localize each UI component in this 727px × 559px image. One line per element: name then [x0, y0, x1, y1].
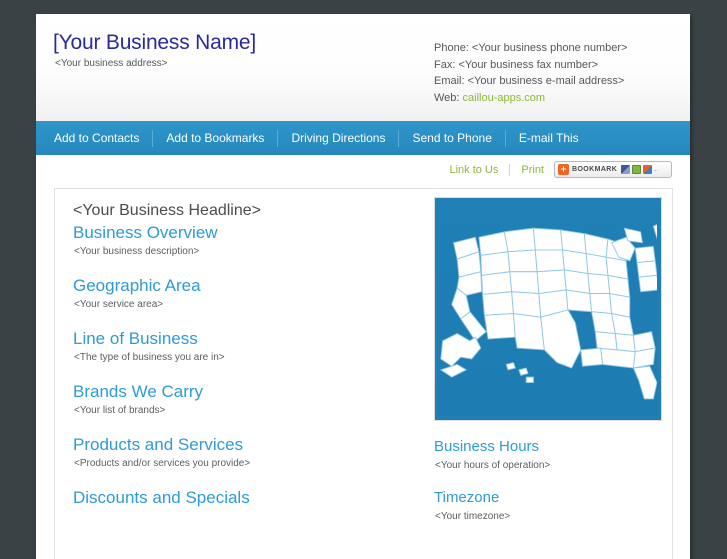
contact-fax: Fax: <Your business fax number>	[434, 58, 599, 71]
contact-phone: Phone: <Your business phone number>	[434, 42, 628, 54]
section-body: <Your service area>	[74, 299, 164, 310]
nav-email-this[interactable]: E-mail This	[506, 130, 592, 147]
bookmark-plus-icon: +	[558, 164, 569, 175]
facebook-icon[interactable]	[621, 165, 631, 174]
business-address: <Your business address>	[55, 58, 168, 69]
section-geographic-area: Geographic Area <Your service area>	[73, 274, 418, 310]
nav-driving-directions[interactable]: Driving Directions	[278, 129, 400, 147]
share-icon[interactable]	[643, 165, 653, 174]
nav-add-to-contacts[interactable]: Add to Contacts	[41, 129, 154, 147]
united-states-map-icon	[439, 202, 657, 416]
section-products-and-services: Products and Services <Products and/or s…	[73, 433, 418, 469]
link-to-us-link[interactable]: Link to Us	[438, 164, 509, 176]
section-timezone: Timezone <Your timezone>	[434, 486, 672, 522]
section-brands-we-carry: Brands We Carry <Your list of brands>	[73, 380, 418, 416]
left-column: <Your Business Headline> Business Overvi…	[55, 189, 418, 559]
right-column: Business Hours <Your hours of operation>…	[418, 189, 672, 559]
section-body: <Your list of brands>	[74, 405, 166, 416]
nav-send-to-phone[interactable]: Send to Phone	[399, 129, 506, 147]
nav-add-to-bookmarks[interactable]: Add to Bookmarks	[153, 129, 279, 147]
bookmark-label: BOOKMARK	[572, 166, 618, 173]
rss-icon[interactable]	[632, 165, 642, 174]
section-body: <Your timezone>	[435, 511, 511, 522]
section-business-hours: Business Hours <Your hours of operation>	[434, 435, 672, 471]
contact-web-link[interactable]: caillou-apps.com	[463, 92, 546, 104]
section-title: Line of Business	[73, 329, 198, 348]
print-link[interactable]: Print	[510, 164, 555, 176]
content-columns: <Your Business Headline> Business Overvi…	[55, 189, 672, 559]
page-container: [Your Business Name] <Your business addr…	[36, 14, 690, 559]
section-line-of-business: Line of Business <The type of business y…	[73, 327, 418, 363]
section-body: <Your business description>	[74, 246, 200, 257]
bookmark-more-icon[interactable]: ...	[653, 167, 658, 173]
section-title: Timezone	[434, 489, 500, 506]
right-sections: Business Hours <Your hours of operation>…	[434, 435, 672, 522]
contact-info: Phone: <Your business phone number> Fax:…	[434, 40, 627, 106]
main-navigation: Add to Contacts Add to Bookmarks Driving…	[36, 121, 690, 155]
utility-row: Link to Us Print + BOOKMARK ...	[36, 155, 690, 188]
content-card: <Your Business Headline> Business Overvi…	[54, 188, 673, 559]
section-body: <The type of business you are in>	[74, 352, 225, 363]
section-title: Geographic Area	[73, 276, 201, 295]
section-body: <Products and/or services you provide>	[74, 458, 251, 469]
contact-email: Email: <Your business e-mail address>	[434, 75, 625, 88]
bookmark-share-widget[interactable]: + BOOKMARK ...	[554, 161, 672, 178]
section-body: <Your hours of operation>	[435, 460, 551, 471]
section-discounts-and-specials: Discounts and Specials	[73, 486, 418, 509]
page-headline: <Your Business Headline>	[73, 202, 261, 219]
section-title: Business Overview	[73, 223, 218, 242]
utility-links: Link to Us Print	[438, 164, 555, 176]
business-name: [Your Business Name]	[53, 31, 256, 54]
section-title: Brands We Carry	[73, 382, 204, 401]
section-title: Business Hours	[434, 438, 540, 455]
us-map-frame	[434, 197, 662, 421]
contact-web-label: Web:	[434, 91, 460, 104]
section-title: Discounts and Specials	[73, 488, 250, 507]
bookmark-social-icons	[621, 165, 653, 174]
contact-web: Web: caillou-apps.com	[434, 90, 627, 107]
site-header: [Your Business Name] <Your business addr…	[36, 14, 690, 121]
section-title: Products and Services	[73, 435, 244, 454]
section-business-overview: Business Overview <Your business descrip…	[73, 221, 418, 257]
